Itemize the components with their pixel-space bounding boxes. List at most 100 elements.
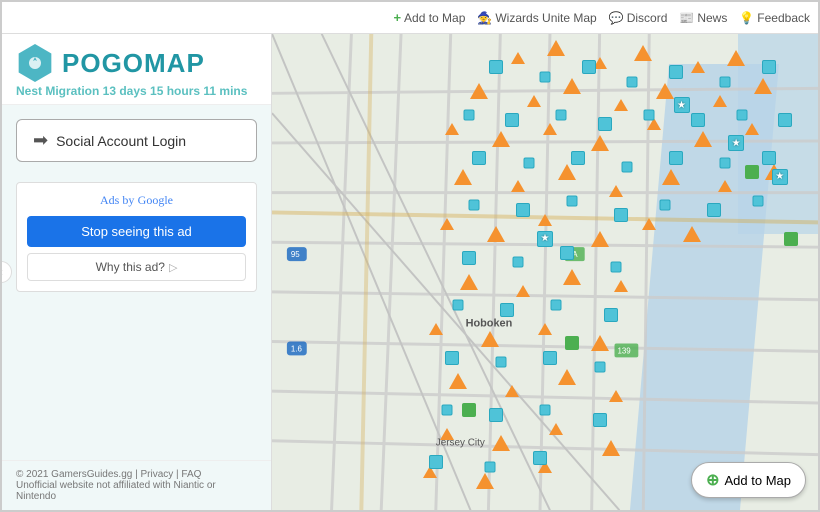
nest-marker [538, 323, 552, 335]
nest-timer: Nest Migration 13 days 15 hours 11 mins [16, 84, 257, 98]
nest-marker [481, 331, 499, 347]
feedback-icon: 💡 [739, 11, 754, 25]
nest-marker [558, 369, 576, 385]
nest-marker [662, 169, 680, 185]
pokestop-marker [593, 413, 607, 427]
logo-hexagon [16, 44, 54, 82]
pokestop-marker [598, 117, 612, 131]
nest-marker [745, 123, 759, 135]
pokestop-marker [533, 451, 547, 465]
nest-marker [460, 274, 478, 290]
pokestop-marker [627, 76, 638, 87]
svg-text:139: 139 [617, 346, 631, 355]
gym-marker: ★ [674, 97, 690, 113]
sidebar-content: ➡ Social Account Login Ads by Google Sto… [2, 105, 271, 460]
nest-marker [602, 440, 620, 456]
pokestop-marker [582, 60, 596, 74]
nav-news[interactable]: 📰 News [679, 10, 727, 25]
add-to-map-button[interactable]: ⊕ Add to Map [691, 462, 806, 498]
discord-icon: 💬 [609, 11, 624, 25]
nest-marker [492, 131, 510, 147]
nest-marker [591, 231, 609, 247]
pokestop-marker [567, 195, 578, 206]
nest-marker [511, 52, 525, 64]
logo-text: POGOMAP [62, 48, 205, 79]
gym-marker: ★ [537, 231, 553, 247]
sidebar-footer: © 2021 GamersGuides.gg | Privacy | FAQ U… [2, 460, 271, 510]
sidebar: ‹ POGOMAP Nest Migration 13 days 15 hour… [2, 34, 272, 510]
pokestop-marker [643, 109, 654, 120]
pokestop-marker [452, 300, 463, 311]
pokestop-marker [540, 71, 551, 82]
pokestop-marker [691, 113, 705, 127]
pokestop-marker [778, 113, 792, 127]
nest-marker [634, 45, 652, 61]
pokestop-marker [604, 308, 618, 322]
pokestop-marker [500, 303, 514, 317]
top-navigation: + Add to Map 🧙 Wizards Unite Map 💬 Disco… [2, 2, 818, 34]
pokestop-marker [429, 455, 443, 469]
map-area[interactable]: Hoboken Jersey City 95 1.6 9A 139 [272, 34, 818, 510]
stop-ad-button[interactable]: Stop seeing this ad [27, 216, 246, 247]
login-label: Social Account Login [56, 133, 186, 149]
ads-panel: Ads by Google Stop seeing this ad Why th… [16, 182, 257, 292]
add-to-map-label: Add to Map [725, 473, 792, 488]
pokestop-marker [669, 151, 683, 165]
nest-marker [516, 285, 530, 297]
pokestop-marker [621, 162, 632, 173]
pokestop-marker [496, 357, 507, 368]
nest-marker [492, 435, 510, 451]
special-marker [784, 232, 798, 246]
plus-circle-icon: ⊕ [706, 470, 719, 490]
pokestop-marker [550, 300, 561, 311]
why-ad-button[interactable]: Why this ad? ▷ [27, 253, 246, 281]
gym-marker: ★ [728, 135, 744, 151]
pokestop-marker [445, 351, 459, 365]
plus-icon: + [393, 10, 401, 25]
nest-marker [563, 269, 581, 285]
map-roads-svg: Hoboken Jersey City 95 1.6 9A 139 [272, 34, 818, 510]
pokestop-marker [752, 195, 763, 206]
pokestop-marker [556, 109, 567, 120]
pokestop-marker [720, 157, 731, 168]
pokestop-marker [505, 113, 519, 127]
pokestop-marker [472, 151, 486, 165]
nest-marker [694, 131, 712, 147]
nest-marker [713, 95, 727, 107]
nest-marker [656, 83, 674, 99]
pokestop-marker [485, 462, 496, 473]
nav-discord[interactable]: 💬 Discord [609, 10, 668, 25]
nav-wizards-map[interactable]: 🧙 Wizards Unite Map [477, 10, 596, 25]
nest-marker [549, 423, 563, 435]
nest-marker [440, 218, 454, 230]
nest-marker [691, 61, 705, 73]
nest-marker [614, 99, 628, 111]
special-marker [745, 165, 759, 179]
login-icon: ➡ [33, 130, 48, 151]
nest-marker [449, 373, 467, 389]
nest-marker [718, 180, 732, 192]
nest-marker [642, 218, 656, 230]
special-marker [565, 336, 579, 350]
logo-icon [24, 52, 46, 74]
nest-marker [591, 335, 609, 351]
nest-marker [505, 385, 519, 397]
nest-marker [511, 180, 525, 192]
login-button[interactable]: ➡ Social Account Login [16, 119, 257, 162]
nest-marker [527, 95, 541, 107]
nest-marker [476, 473, 494, 489]
pokestop-marker [610, 262, 621, 273]
nest-marker [563, 78, 581, 94]
news-icon: 📰 [679, 11, 694, 25]
pokestop-marker [512, 257, 523, 268]
nav-add-to-map[interactable]: + Add to Map [393, 10, 465, 25]
gym-marker: ★ [772, 169, 788, 185]
nav-feedback[interactable]: 💡 Feedback [739, 10, 810, 25]
play-icon: ▷ [169, 261, 177, 274]
nest-marker [683, 226, 701, 242]
pokestop-marker [762, 60, 776, 74]
pokestop-marker [594, 362, 605, 373]
nest-marker [727, 50, 745, 66]
nest-marker [609, 390, 623, 402]
pokestop-marker [463, 109, 474, 120]
